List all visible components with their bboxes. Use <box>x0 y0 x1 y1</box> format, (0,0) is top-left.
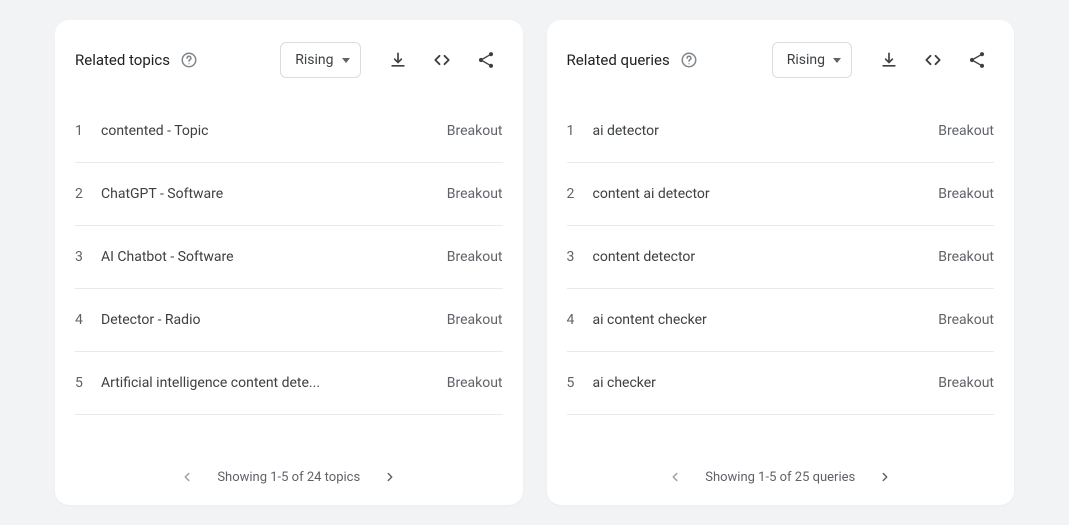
next-page-icon[interactable] <box>380 467 400 487</box>
card-title: Related topics <box>75 51 170 69</box>
item-metric: Breakout <box>447 312 503 328</box>
card-header: Related topics Rising <box>75 20 503 100</box>
item-label: content detector <box>593 249 939 265</box>
rank: 2 <box>567 186 593 202</box>
item-label: content ai detector <box>593 186 939 202</box>
chevron-down-icon <box>342 58 350 63</box>
item-metric: Breakout <box>938 375 994 391</box>
item-label: AI Chatbot - Software <box>101 249 447 265</box>
item-label: ai detector <box>593 123 939 139</box>
item-metric: Breakout <box>938 249 994 265</box>
sort-dropdown[interactable]: Rising <box>772 42 852 78</box>
help-icon[interactable] <box>180 51 198 69</box>
next-page-icon[interactable] <box>875 467 895 487</box>
list-item[interactable]: 1 contented - Topic Breakout <box>75 100 503 163</box>
item-metric: Breakout <box>938 312 994 328</box>
item-label: ai content checker <box>593 312 939 328</box>
list-item[interactable]: 4 Detector - Radio Breakout <box>75 289 503 352</box>
list: 1 contented - Topic Breakout 2 ChatGPT -… <box>75 100 503 449</box>
item-metric: Breakout <box>447 375 503 391</box>
rank: 4 <box>75 312 101 328</box>
chevron-down-icon <box>833 58 841 63</box>
item-metric: Breakout <box>447 123 503 139</box>
item-metric: Breakout <box>938 123 994 139</box>
rank: 1 <box>75 123 101 139</box>
prev-page-icon[interactable] <box>665 467 685 487</box>
list-item[interactable]: 2 ChatGPT - Software Breakout <box>75 163 503 226</box>
related-topics-card: Related topics Rising 1 contented - Topi… <box>55 20 523 505</box>
item-metric: Breakout <box>447 249 503 265</box>
dropdown-label: Rising <box>787 52 825 68</box>
share-icon[interactable] <box>960 43 994 77</box>
pager: Showing 1-5 of 24 topics <box>75 449 503 487</box>
rank: 5 <box>567 375 593 391</box>
item-label: ChatGPT - Software <box>101 186 447 202</box>
dropdown-label: Rising <box>295 52 333 68</box>
item-metric: Breakout <box>938 186 994 202</box>
embed-icon[interactable] <box>425 43 459 77</box>
list: 1 ai detector Breakout 2 content ai dete… <box>567 100 995 449</box>
pager-text: Showing 1-5 of 24 topics <box>217 470 360 485</box>
card-header: Related queries Rising <box>567 20 995 100</box>
item-metric: Breakout <box>447 186 503 202</box>
sort-dropdown[interactable]: Rising <box>280 42 360 78</box>
pager: Showing 1-5 of 25 queries <box>567 449 995 487</box>
list-item[interactable]: 5 ai checker Breakout <box>567 352 995 415</box>
embed-icon[interactable] <box>916 43 950 77</box>
help-icon[interactable] <box>680 51 698 69</box>
list-item[interactable]: 4 ai content checker Breakout <box>567 289 995 352</box>
rank: 3 <box>567 249 593 265</box>
download-icon[interactable] <box>381 43 415 77</box>
list-item[interactable]: 3 content detector Breakout <box>567 226 995 289</box>
rank: 4 <box>567 312 593 328</box>
prev-page-icon[interactable] <box>177 467 197 487</box>
rank: 2 <box>75 186 101 202</box>
list-item[interactable]: 1 ai detector Breakout <box>567 100 995 163</box>
card-title: Related queries <box>567 51 670 69</box>
rank: 5 <box>75 375 101 391</box>
item-label: Artificial intelligence content dete... <box>101 375 447 391</box>
item-label: ai checker <box>593 375 939 391</box>
rank: 1 <box>567 123 593 139</box>
related-queries-card: Related queries Rising 1 ai detector Bre… <box>547 20 1015 505</box>
item-label: Detector - Radio <box>101 312 447 328</box>
pager-text: Showing 1-5 of 25 queries <box>705 470 855 485</box>
list-item[interactable]: 2 content ai detector Breakout <box>567 163 995 226</box>
rank: 3 <box>75 249 101 265</box>
item-label: contented - Topic <box>101 123 447 139</box>
list-item[interactable]: 3 AI Chatbot - Software Breakout <box>75 226 503 289</box>
list-item[interactable]: 5 Artificial intelligence content dete..… <box>75 352 503 415</box>
download-icon[interactable] <box>872 43 906 77</box>
share-icon[interactable] <box>469 43 503 77</box>
